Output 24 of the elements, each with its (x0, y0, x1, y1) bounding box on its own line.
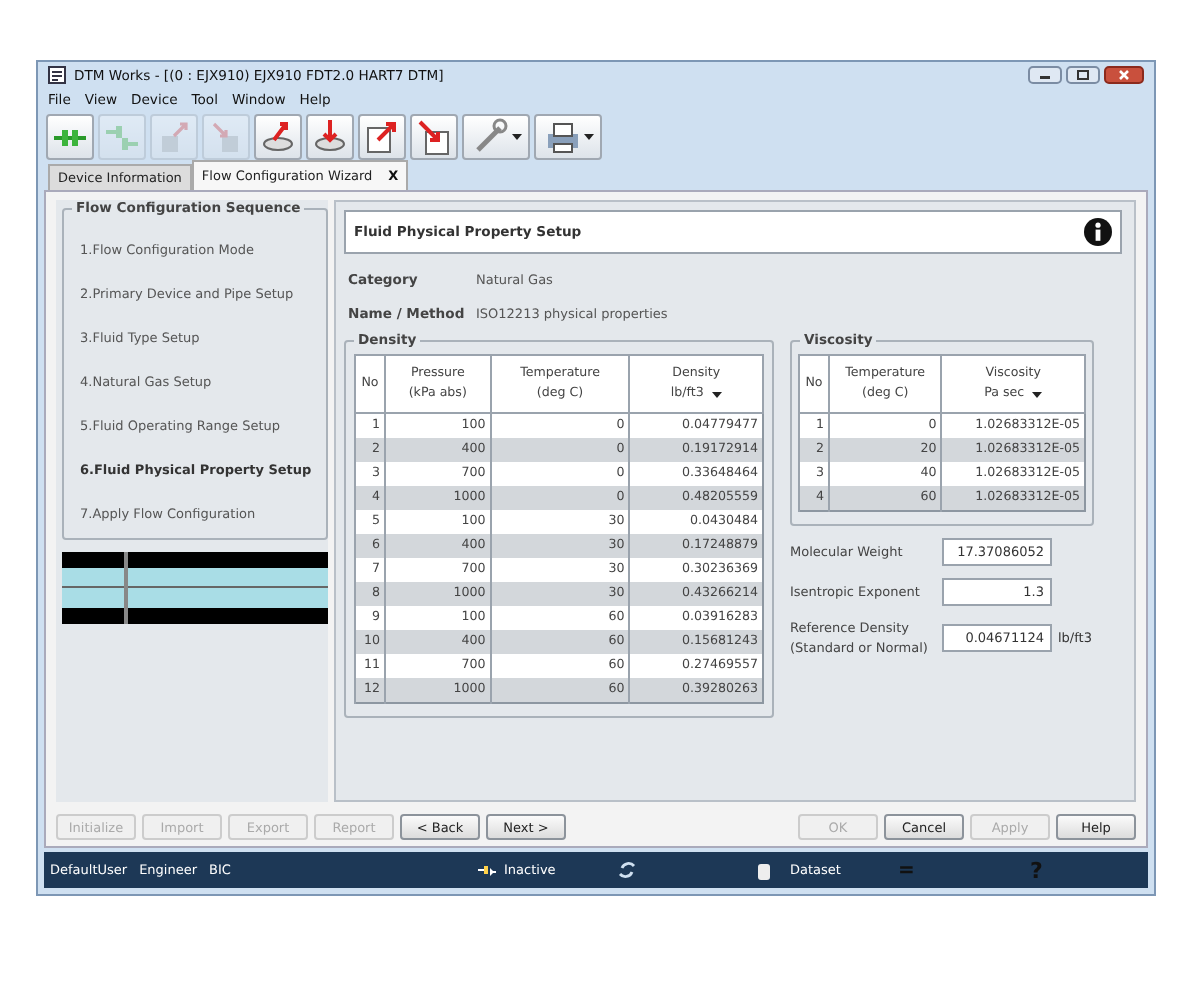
plug-icon (478, 863, 496, 877)
toolbar-button[interactable] (358, 113, 406, 159)
toolbar-button[interactable] (46, 113, 94, 159)
caret-icon (711, 391, 722, 397)
page-arrow-icon (414, 116, 454, 156)
toolbar-button[interactable] (306, 113, 354, 159)
disk-arrow-icon (310, 116, 350, 156)
app-icon (48, 66, 66, 84)
close-icon[interactable] (1104, 66, 1144, 84)
toolbar-button[interactable] (254, 113, 302, 159)
disk-arrow-icon (258, 116, 298, 156)
database-icon (758, 861, 770, 879)
sync-icon[interactable] (618, 860, 636, 880)
equals-sign: = (898, 859, 915, 881)
caret-icon (1032, 391, 1043, 397)
caret-icon (512, 133, 522, 139)
caret-icon (584, 133, 594, 139)
info-icon[interactable] (1084, 218, 1112, 246)
toolbar-button[interactable] (462, 113, 530, 159)
toolbar-button[interactable] (410, 113, 458, 159)
minimize-icon[interactable] (1028, 66, 1062, 84)
toolbar-button[interactable] (534, 113, 602, 159)
maximize-icon[interactable] (1066, 66, 1100, 84)
page-arrow-icon (362, 116, 402, 156)
